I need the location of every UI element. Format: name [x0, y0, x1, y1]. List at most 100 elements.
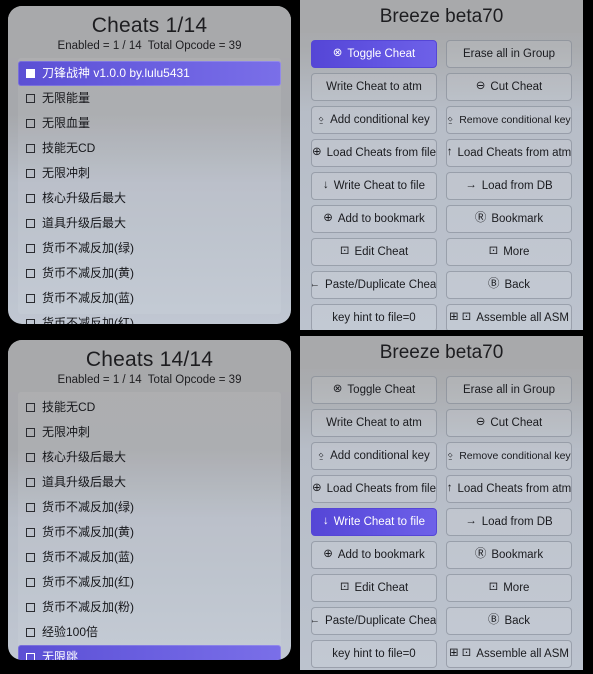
menu-button-write-cheat-to-atm[interactable]: Write Cheat to atm	[311, 73, 437, 101]
cheats-subtitle: Enabled = 1 / 14 Total Opcode = 39	[57, 374, 242, 386]
cheat-row[interactable]: 无限冲刺	[18, 420, 281, 445]
boxed-a-icon: ⊡	[461, 647, 472, 660]
menu-button-key-hint-to-file-0[interactable]: key hint to file=0	[311, 640, 437, 668]
boxed-r-icon: Ⓡ	[474, 548, 487, 561]
menu-button-assemble-all-asm[interactable]: ⊞ ⊡ Assemble all ASM	[446, 304, 572, 330]
cheat-row[interactable]: 货币不减反加(红)	[18, 570, 281, 595]
menu-button-erase-all-in-group[interactable]: Erase all in Group	[446, 376, 572, 404]
cheat-row[interactable]: 技能无CD	[18, 136, 281, 161]
menu-button-key-hint-to-file-0[interactable]: key hint to file=0	[311, 304, 437, 330]
cheat-checkbox-icon[interactable]	[26, 653, 35, 660]
cheat-row[interactable]: 无限血量	[18, 111, 281, 136]
cheats-list-bottom[interactable]: 技能无CD 无限冲刺核心升级后最大 道具升级后最大 货币不减反加(绿) 货币不减反加(黄…	[18, 392, 281, 660]
menu-button-label: Edit Cheat	[354, 581, 409, 594]
circle-minus-icon: ⊖	[475, 416, 486, 429]
cheat-checkbox-icon[interactable]	[26, 94, 35, 103]
cheat-checkbox-icon[interactable]	[26, 144, 35, 153]
cheat-checkbox-icon[interactable]	[26, 194, 35, 203]
cheats-list-top[interactable]: 刀锋战神 v1.0.0 by.lulu5431 无限能量 无限血量 技能无CD 无限冲刺…	[18, 58, 281, 324]
menu-button-label: Write Cheat to file	[333, 515, 425, 528]
cheat-row[interactable]: 货币不减反加(蓝)	[18, 545, 281, 570]
menu-button-remove-conditional-key[interactable]: ⍚ Remove conditional key	[446, 442, 572, 470]
cheat-row[interactable]: 无限能量	[18, 86, 281, 111]
cheat-checkbox-icon[interactable]	[26, 528, 35, 537]
cheat-row[interactable]: 经验100倍	[18, 620, 281, 645]
cheat-checkbox-icon[interactable]	[26, 603, 35, 612]
cheat-checkbox-icon[interactable]	[26, 453, 35, 462]
menu-button-add-to-bookmark[interactable]: ⊕ Add to bookmark	[311, 541, 437, 569]
cheat-row[interactable]: 货币不减反加(红)	[18, 311, 281, 324]
menu-button-write-cheat-to-atm[interactable]: Write Cheat to atm	[311, 409, 437, 437]
circle-plus-icon: ⊕	[323, 212, 333, 225]
menu-button-label: Cut Cheat	[490, 416, 543, 429]
cheat-row[interactable]: 货币不减反加(绿)	[18, 495, 281, 520]
cheat-checkbox-icon[interactable]	[26, 69, 35, 78]
menu-button-assemble-all-asm[interactable]: ⊞ ⊡ Assemble all ASM	[446, 640, 572, 668]
menu-button-cut-cheat[interactable]: ⊖ Cut Cheat	[446, 73, 572, 101]
menu-button-add-conditional-key[interactable]: ⍚ Add conditional key	[311, 442, 437, 470]
cheat-row[interactable]: 刀锋战神 v1.0.0 by.lulu5431	[18, 61, 281, 86]
menu-button-label: Write Cheat to file	[333, 179, 425, 192]
cheat-checkbox-icon[interactable]	[26, 244, 35, 253]
breeze-button-grid-top: ⊗ Toggle Cheat Erase all in Group Write Che…	[300, 33, 583, 330]
menu-button-load-cheats-from-file[interactable]: ⊕ Load Cheats from file	[311, 475, 437, 503]
menu-button-edit-cheat[interactable]: ⊡ Edit Cheat	[311, 574, 437, 602]
menu-button-more[interactable]: ⊡ More	[446, 238, 572, 266]
cheat-row-label: 货币不减反加(红)	[42, 575, 134, 589]
menu-button-erase-all-in-group[interactable]: Erase all in Group	[446, 40, 572, 68]
cheat-checkbox-icon[interactable]	[26, 403, 35, 412]
cheat-row[interactable]: 道具升级后最大	[18, 470, 281, 495]
menu-button-bookmark[interactable]: Ⓡ Bookmark	[446, 541, 572, 569]
menu-button-load-cheats-from-file[interactable]: ⊕ Load Cheats from file	[311, 139, 437, 167]
menu-button-label: Back	[504, 614, 531, 627]
cheat-checkbox-icon[interactable]	[26, 553, 35, 562]
menu-button-remove-conditional-key[interactable]: ⍚ Remove conditional key	[446, 106, 572, 134]
cheat-checkbox-icon[interactable]	[26, 269, 35, 278]
cheat-checkbox-icon[interactable]	[26, 319, 35, 324]
cheat-row[interactable]: 核心升级后最大	[18, 445, 281, 470]
menu-button-load-from-db[interactable]: → Load from DB	[446, 172, 572, 200]
cheat-row[interactable]: 货币不减反加(黄)	[18, 520, 281, 545]
cheat-checkbox-icon[interactable]	[26, 503, 35, 512]
menu-button-toggle-cheat[interactable]: ⊗ Toggle Cheat	[311, 40, 437, 68]
menu-button-more[interactable]: ⊡ More	[446, 574, 572, 602]
menu-button-back[interactable]: Ⓑ Back	[446, 607, 572, 635]
cheat-row[interactable]: 货币不减反加(粉)	[18, 595, 281, 620]
cheat-row[interactable]: 货币不减反加(黄)	[18, 261, 281, 286]
arrow-left-icon: ←	[312, 279, 320, 291]
menu-button-add-conditional-key[interactable]: ⍚ Add conditional key	[311, 106, 437, 134]
menu-button-write-cheat-to-file[interactable]: ↓ Write Cheat to file	[311, 172, 437, 200]
cheat-row[interactable]: 技能无CD	[18, 395, 281, 420]
menu-button-edit-cheat[interactable]: ⊡ Edit Cheat	[311, 238, 437, 266]
cheat-checkbox-icon[interactable]	[26, 294, 35, 303]
menu-button-toggle-cheat[interactable]: ⊗ Toggle Cheat	[311, 376, 437, 404]
menu-button-load-cheats-from-atm[interactable]: ↑ Load Cheats from atm	[446, 475, 572, 503]
menu-button-back[interactable]: Ⓑ Back	[446, 271, 572, 299]
menu-button-bookmark[interactable]: Ⓡ Bookmark	[446, 205, 572, 233]
menu-button-add-to-bookmark[interactable]: ⊕ Add to bookmark	[311, 205, 437, 233]
cheat-checkbox-icon[interactable]	[26, 219, 35, 228]
circle-x-icon: ⊗	[332, 383, 343, 396]
cheat-checkbox-icon[interactable]	[26, 119, 35, 128]
cheat-checkbox-icon[interactable]	[26, 578, 35, 587]
cheat-row[interactable]: 道具升级后最大	[18, 211, 281, 236]
menu-button-paste-duplicate-cheat[interactable]: ← Paste/Duplicate Cheat	[311, 607, 437, 635]
cheat-row-label: 无限冲刺	[42, 425, 91, 439]
menu-button-cut-cheat[interactable]: ⊖ Cut Cheat	[446, 409, 572, 437]
cheat-row[interactable]: 无限跳	[18, 645, 281, 660]
cheat-row[interactable]: 货币不减反加(绿)	[18, 236, 281, 261]
cheat-checkbox-icon[interactable]	[26, 428, 35, 437]
cheat-row[interactable]: 货币不减反加(蓝)	[18, 286, 281, 311]
cheat-row[interactable]: 无限冲刺	[18, 161, 281, 186]
boxed-r-icon: Ⓡ	[474, 212, 487, 225]
menu-button-load-cheats-from-atm[interactable]: ↑ Load Cheats from atm	[446, 139, 572, 167]
menu-button-label: Paste/Duplicate Cheat	[325, 614, 437, 627]
menu-button-paste-duplicate-cheat[interactable]: ← Paste/Duplicate Cheat	[311, 271, 437, 299]
cheat-row[interactable]: 核心升级后最大	[18, 186, 281, 211]
cheat-checkbox-icon[interactable]	[26, 628, 35, 637]
cheat-checkbox-icon[interactable]	[26, 169, 35, 178]
cheat-checkbox-icon[interactable]	[26, 478, 35, 487]
menu-button-write-cheat-to-file[interactable]: ↓ Write Cheat to file	[311, 508, 437, 536]
circle-b-icon: Ⓑ	[487, 278, 500, 291]
menu-button-load-from-db[interactable]: → Load from DB	[446, 508, 572, 536]
